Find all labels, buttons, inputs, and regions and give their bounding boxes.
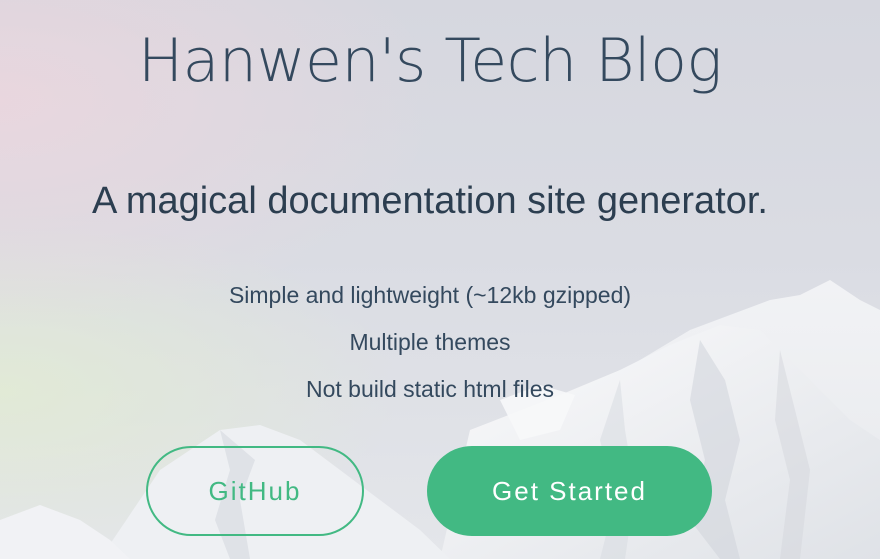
get-started-button[interactable]: Get Started xyxy=(427,446,712,536)
cover-content: Hanwen's Tech Blog A magical documentati… xyxy=(0,0,880,559)
feature-item: Not build static html files xyxy=(306,376,554,402)
github-button[interactable]: GitHub xyxy=(146,446,364,536)
feature-list: Simple and lightweight (~12kb gzipped) M… xyxy=(0,272,860,413)
site-tagline: A magical documentation site generator. xyxy=(92,180,768,222)
feature-item: Multiple themes xyxy=(349,329,511,355)
feature-item: Simple and lightweight (~12kb gzipped) xyxy=(228,282,632,308)
site-title: Hanwen's Tech Blog xyxy=(138,26,722,96)
